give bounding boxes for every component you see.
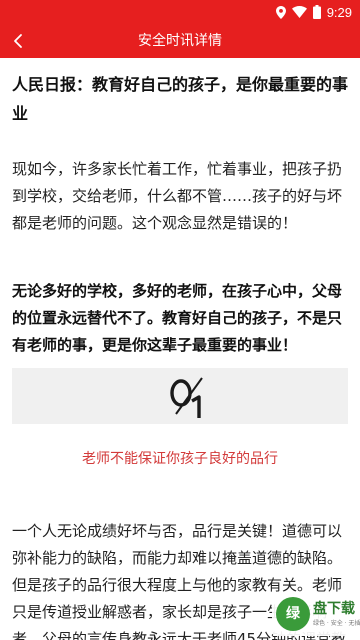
article-paragraph-2: 无论多好的学校，多好的老师，在孩子心中，父母的位置永远替代不了。教育好自己的孩子… — [12, 282, 343, 354]
status-icons: 9:29 — [275, 4, 352, 20]
image-caption: 老师不能保证你孩子良好的品行 — [82, 451, 278, 467]
logo-mark-icon — [170, 377, 203, 418]
article-content[interactable]: 人民日报：教育好自己的孩子，是你最重要的事业 现如今，许多家长忙着工作，忙着事业… — [0, 58, 360, 640]
title-bar: 安全时讯详情 — [0, 24, 360, 58]
status-time: 9:29 — [326, 4, 352, 20]
watermark-badge: 绿 — [276, 597, 310, 631]
location-icon — [275, 5, 286, 19]
battery-icon — [312, 5, 321, 19]
watermark-logo: 绿 盘下载 绿色 · 安全 · 无插件 — [272, 592, 360, 636]
article-image — [12, 368, 348, 424]
watermark-title: 盘下载 — [313, 601, 355, 617]
wifi-icon — [291, 6, 307, 18]
watermark-subtitle: 绿色 · 安全 · 无插件 — [313, 620, 360, 627]
status-bar: 9:29 — [0, 0, 360, 24]
article-paragraph-1: 现如今，许多家长忙着工作，忙着事业，把孩子扔到学校，交给老师，什么都不管……孩子… — [12, 160, 343, 232]
page-title: 安全时讯详情 — [138, 33, 222, 49]
article-headline: 人民日报：教育好自己的孩子，是你最重要的事业 — [12, 75, 349, 123]
